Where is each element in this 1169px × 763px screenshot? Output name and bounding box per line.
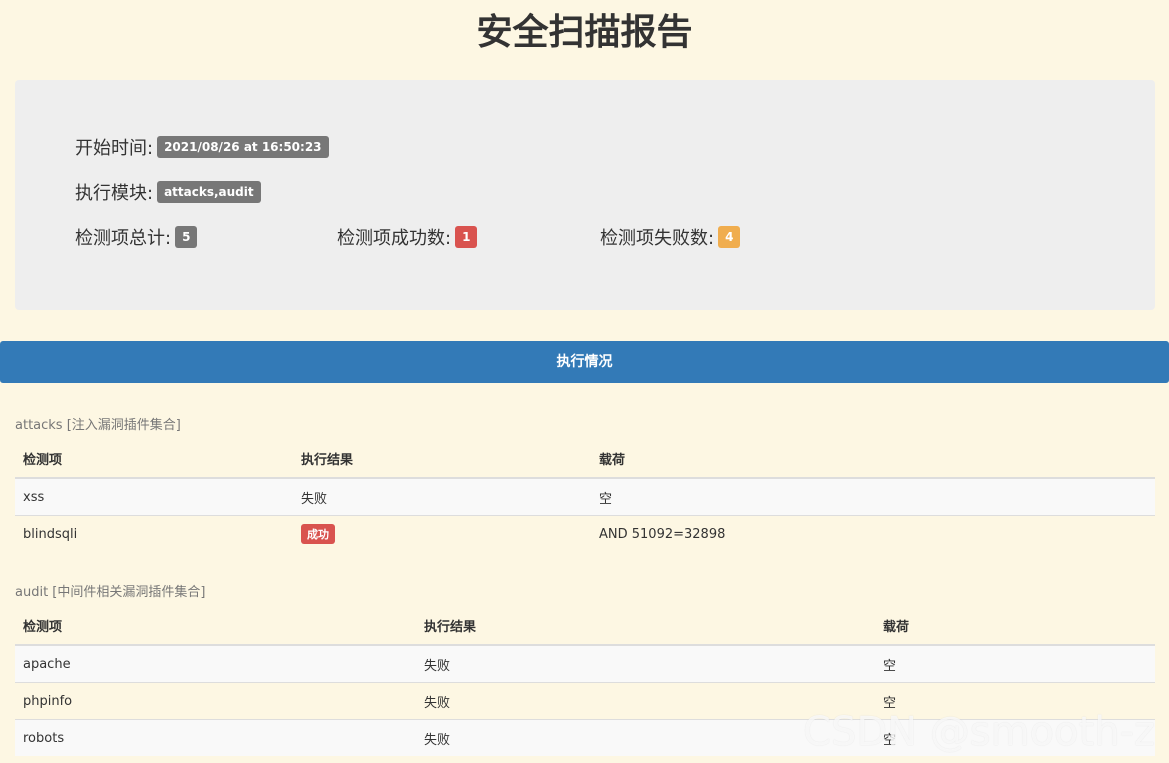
- watermark: CSDN @smooth-z: [803, 709, 1155, 755]
- start-time-badge: 2021/08/26 at 16:50:23: [157, 136, 329, 158]
- success-label-badge: 成功: [301, 524, 335, 544]
- table-row: blindsqli 成功 AND 51092=32898: [15, 515, 1155, 552]
- section-caption-attacks: attacks [注入漏洞插件集合]: [15, 418, 181, 433]
- success-badge: 1: [455, 226, 478, 248]
- cell-payload: AND 51092=32898: [591, 515, 1155, 552]
- summary-panel: 开始时间: 2021/08/26 at 16:50:23 执行模块: attac…: [15, 80, 1155, 310]
- column-header-payload: 载荷: [875, 607, 1155, 646]
- table-header-row: 检测项 执行结果 载荷: [15, 607, 1155, 646]
- cell-payload: 空: [591, 477, 1155, 516]
- cell-item: blindsqli: [15, 515, 293, 552]
- column-header-item: 检测项: [15, 607, 416, 646]
- fail-row: 检测项失败数: 4: [600, 224, 741, 250]
- column-header-result: 执行结果: [416, 607, 875, 646]
- module-row: 执行模块: attacks,audit: [75, 179, 261, 205]
- total-badge: 5: [175, 226, 198, 248]
- module-badge: attacks,audit: [157, 181, 261, 203]
- fail-label: 检测项失败数:: [600, 228, 715, 249]
- start-time-row: 开始时间: 2021/08/26 at 16:50:23: [75, 134, 329, 160]
- module-label: 执行模块:: [75, 183, 154, 204]
- success-label: 检测项成功数:: [337, 228, 452, 249]
- cell-item: apache: [15, 644, 416, 683]
- table-header-row: 检测项 执行结果 载荷: [15, 440, 1155, 479]
- fail-badge: 4: [718, 226, 741, 248]
- cell-result: 失败: [293, 477, 591, 516]
- table-row: xss 失败 空: [15, 477, 1155, 516]
- column-header-item: 检测项: [15, 440, 293, 479]
- cell-item: xss: [15, 477, 293, 516]
- page-title: 安全扫描报告: [476, 12, 693, 53]
- cell-result: 失败: [416, 644, 875, 683]
- total-label: 检测项总计:: [75, 228, 172, 249]
- cell-result: 成功: [293, 515, 591, 552]
- total-row: 检测项总计: 5: [75, 224, 198, 250]
- cell-item: phpinfo: [15, 682, 416, 720]
- section-caption-audit: audit [中间件相关漏洞插件集合]: [15, 585, 206, 600]
- execution-status-button[interactable]: 执行情况: [0, 341, 1169, 383]
- cell-payload: 空: [875, 644, 1155, 683]
- column-header-payload: 载荷: [591, 440, 1155, 479]
- attacks-table: 检测项 执行结果 载荷 xss 失败 空 blindsqli 成功 AND 51…: [15, 440, 1155, 552]
- cell-item: robots: [15, 719, 416, 756]
- start-time-label: 开始时间:: [75, 138, 154, 159]
- table-row: apache 失败 空: [15, 644, 1155, 683]
- column-header-result: 执行结果: [293, 440, 591, 479]
- success-row: 检测项成功数: 1: [337, 224, 478, 250]
